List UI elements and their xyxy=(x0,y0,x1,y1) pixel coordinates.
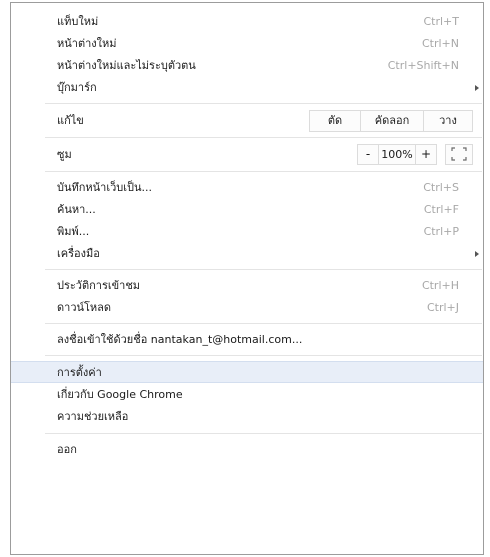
paste-button[interactable]: วาง xyxy=(423,111,472,131)
edit-button-group: ตัด คัดลอก วาง xyxy=(309,110,473,132)
separator xyxy=(45,433,482,434)
menu-item-about[interactable]: เกี่ยวกับ Google Chrome xyxy=(11,384,483,406)
new-tab-label: แท็บใหม่ xyxy=(57,15,99,28)
menu-item-downloads[interactable]: ดาวน์โหลด Ctrl+J xyxy=(11,297,483,319)
fullscreen-button[interactable] xyxy=(445,143,473,165)
copy-button[interactable]: คัดลอก xyxy=(360,111,423,131)
edit-label: แก้ไข xyxy=(57,114,84,127)
fullscreen-icon xyxy=(451,147,467,161)
chrome-menu: แท็บใหม่ Ctrl+T หน้าต่างใหม่ Ctrl+N หน้า… xyxy=(10,2,484,555)
incognito-window-label: หน้าต่างใหม่และไม่ระบุตัวตน xyxy=(57,59,196,72)
downloads-label: ดาวน์โหลด xyxy=(57,301,112,314)
exit-label: ออก xyxy=(57,443,77,456)
print-shortcut: Ctrl+P xyxy=(423,225,459,238)
find-label: ค้นหา... xyxy=(57,203,96,216)
separator xyxy=(45,269,482,270)
submenu-arrow-icon xyxy=(475,85,479,91)
zoom-out-button[interactable]: - xyxy=(358,145,378,164)
menu-item-print[interactable]: พิมพ์... Ctrl+P xyxy=(11,221,483,243)
zoom-controls: - 100% + xyxy=(357,143,473,165)
zoom-stepper: - 100% + xyxy=(357,143,437,165)
find-shortcut: Ctrl+F xyxy=(423,203,459,216)
separator xyxy=(45,103,482,104)
new-window-shortcut: Ctrl+N xyxy=(421,37,459,50)
save-page-shortcut: Ctrl+S xyxy=(423,181,459,194)
sign-in-label: ลงชื่อเข้าใช้ด้วยชื่อ nantakan_t@hotmail… xyxy=(57,333,303,346)
cut-button[interactable]: ตัด xyxy=(310,111,360,131)
tools-label: เครื่องมือ xyxy=(57,247,100,260)
menu-item-history[interactable]: ประวัติการเข้าชม Ctrl+H xyxy=(11,275,483,297)
menu-item-new-window[interactable]: หน้าต่างใหม่ Ctrl+N xyxy=(11,33,483,55)
menu-item-sign-in[interactable]: ลงชื่อเข้าใช้ด้วยชื่อ nantakan_t@hotmail… xyxy=(11,329,483,351)
about-label: เกี่ยวกับ Google Chrome xyxy=(57,388,183,401)
menu-item-bookmarks[interactable]: บุ๊กมาร์ก xyxy=(11,77,483,99)
downloads-shortcut: Ctrl+J xyxy=(426,301,459,314)
zoom-level: 100% xyxy=(378,144,416,164)
separator xyxy=(45,323,482,324)
history-shortcut: Ctrl+H xyxy=(421,279,459,292)
save-page-label: บันทึกหน้าเว็บเป็น... xyxy=(57,181,153,194)
menu-item-settings[interactable]: การตั้งค่า xyxy=(11,361,483,383)
print-label: พิมพ์... xyxy=(57,225,90,238)
menu-item-zoom: ซูม - 100% + xyxy=(11,143,483,167)
menu-item-tools[interactable]: เครื่องมือ xyxy=(11,243,483,265)
menu-item-exit[interactable]: ออก xyxy=(11,439,483,461)
help-label: ความช่วยเหลือ xyxy=(57,410,129,423)
zoom-label: ซูม xyxy=(57,148,72,161)
separator xyxy=(45,355,482,356)
new-window-label: หน้าต่างใหม่ xyxy=(57,37,117,50)
menu-item-help[interactable]: ความช่วยเหลือ xyxy=(11,406,483,428)
bookmarks-label: บุ๊กมาร์ก xyxy=(57,81,97,94)
history-label: ประวัติการเข้าชม xyxy=(57,279,141,292)
incognito-window-shortcut: Ctrl+Shift+N xyxy=(387,59,459,72)
new-tab-shortcut: Ctrl+T xyxy=(423,15,459,28)
menu-item-find[interactable]: ค้นหา... Ctrl+F xyxy=(11,199,483,221)
menu-item-incognito-window[interactable]: หน้าต่างใหม่และไม่ระบุตัวตน Ctrl+Shift+N xyxy=(11,55,483,77)
submenu-arrow-icon xyxy=(475,251,479,257)
menu-item-new-tab[interactable]: แท็บใหม่ Ctrl+T xyxy=(11,11,483,33)
settings-label: การตั้งค่า xyxy=(57,366,102,379)
separator xyxy=(45,171,482,172)
menu-item-edit: แก้ไข ตัด คัดลอก วาง xyxy=(11,109,483,133)
separator xyxy=(45,137,482,138)
zoom-in-button[interactable]: + xyxy=(416,145,436,164)
menu-item-save-page[interactable]: บันทึกหน้าเว็บเป็น... Ctrl+S xyxy=(11,177,483,199)
